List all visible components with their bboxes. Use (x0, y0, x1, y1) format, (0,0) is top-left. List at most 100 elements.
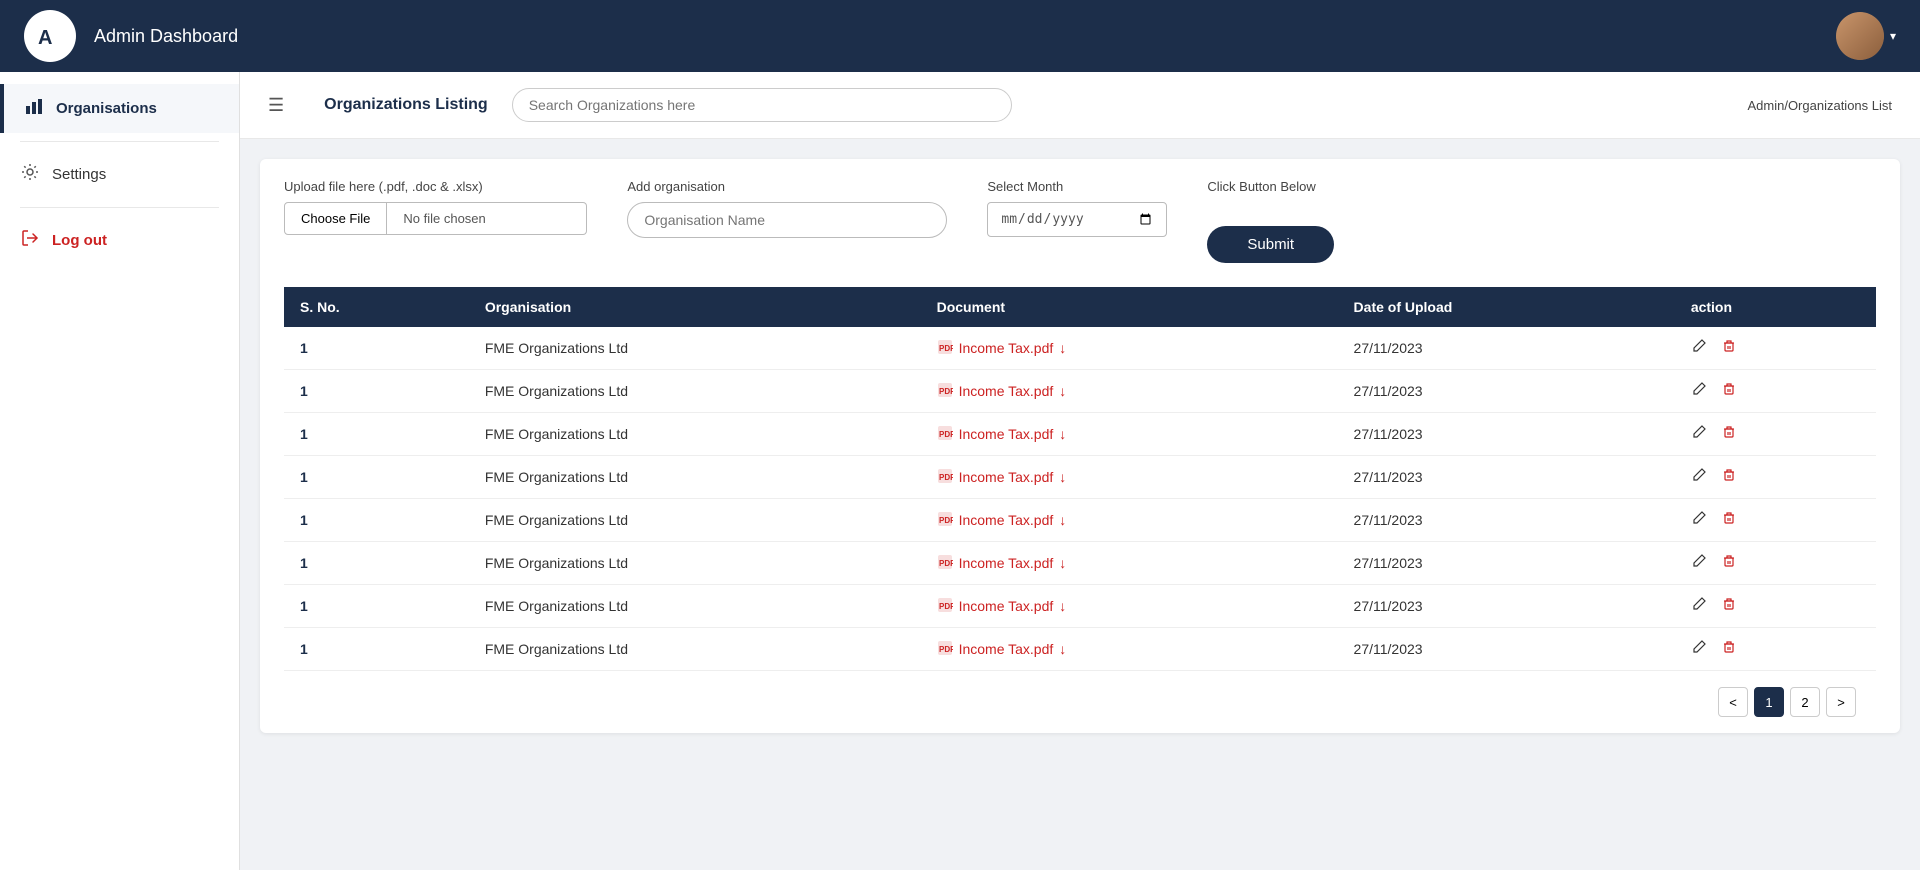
sno-link[interactable]: 1 (300, 598, 308, 614)
edit-icon[interactable] (1691, 424, 1707, 444)
cell-sno: 1 (284, 628, 469, 671)
svg-text:PDF: PDF (939, 430, 953, 439)
cell-date: 27/11/2023 (1338, 413, 1675, 456)
download-icon: ↓ (1059, 383, 1066, 399)
cell-sno: 1 (284, 327, 469, 370)
svg-text:PDF: PDF (939, 473, 953, 482)
pdf-icon: PDF (937, 597, 953, 616)
select-month-group: Select Month (987, 179, 1167, 237)
edit-icon[interactable] (1691, 338, 1707, 358)
cell-org: FME Organizations Ltd (469, 628, 921, 671)
sidebar-item-organisations[interactable]: Organisations (0, 84, 239, 133)
add-org-group: Add organisation (627, 179, 947, 238)
select-month-label: Select Month (987, 179, 1167, 194)
org-name-input[interactable] (627, 202, 947, 238)
pagination-bar: < 1 2 > (284, 671, 1876, 733)
edit-icon[interactable] (1691, 596, 1707, 616)
cell-action (1675, 499, 1876, 542)
cell-org: FME Organizations Ltd (469, 327, 921, 370)
sno-link[interactable]: 1 (300, 512, 308, 528)
svg-text:PDF: PDF (939, 559, 953, 568)
avatar-caret[interactable]: ▾ (1890, 29, 1896, 43)
cell-org: FME Organizations Ltd (469, 370, 921, 413)
doc-link[interactable]: PDF Income Tax.pdf ↓ (937, 640, 1322, 659)
download-icon: ↓ (1059, 340, 1066, 356)
pagination-page1[interactable]: 1 (1754, 687, 1784, 717)
cell-date: 27/11/2023 (1338, 327, 1675, 370)
svg-text:PDF: PDF (939, 387, 953, 396)
delete-icon[interactable] (1721, 424, 1737, 444)
edit-icon[interactable] (1691, 510, 1707, 530)
table-row: 1 FME Organizations Ltd PDF Income Tax.p… (284, 370, 1876, 413)
pdf-icon: PDF (937, 425, 953, 444)
cell-action (1675, 628, 1876, 671)
table-row: 1 FME Organizations Ltd PDF Income Tax.p… (284, 585, 1876, 628)
download-icon: ↓ (1059, 426, 1066, 442)
delete-icon[interactable] (1721, 510, 1737, 530)
edit-icon[interactable] (1691, 467, 1707, 487)
sno-link[interactable]: 1 (300, 469, 308, 485)
pagination-page2[interactable]: 2 (1790, 687, 1820, 717)
cell-sno: 1 (284, 370, 469, 413)
cell-doc: PDF Income Tax.pdf ↓ (921, 413, 1338, 456)
doc-link[interactable]: PDF Income Tax.pdf ↓ (937, 468, 1322, 487)
sno-link[interactable]: 1 (300, 340, 308, 356)
cell-date: 27/11/2023 (1338, 585, 1675, 628)
choose-file-button[interactable]: Choose File (284, 202, 387, 235)
file-input-wrapper: Choose File No file chosen (284, 202, 587, 235)
submit-button[interactable]: Submit (1207, 226, 1334, 263)
table-row: 1 FME Organizations Ltd PDF Income Tax.p… (284, 499, 1876, 542)
submit-group: Click Button Below Submit (1207, 179, 1334, 263)
edit-icon[interactable] (1691, 553, 1707, 573)
table-row: 1 FME Organizations Ltd PDF Income Tax.p… (284, 628, 1876, 671)
add-org-label: Add organisation (627, 179, 947, 194)
download-icon: ↓ (1059, 598, 1066, 614)
svg-text:PDF: PDF (939, 645, 953, 654)
logout-icon (20, 228, 40, 253)
cell-doc: PDF Income Tax.pdf ↓ (921, 499, 1338, 542)
delete-icon[interactable] (1721, 467, 1737, 487)
search-bar (512, 88, 1012, 122)
doc-link[interactable]: PDF Income Tax.pdf ↓ (937, 382, 1322, 401)
cell-sno: 1 (284, 499, 469, 542)
doc-link[interactable]: PDF Income Tax.pdf ↓ (937, 597, 1322, 616)
doc-link[interactable]: PDF Income Tax.pdf ↓ (937, 339, 1322, 358)
cell-sno: 1 (284, 585, 469, 628)
pagination-next[interactable]: > (1826, 687, 1856, 717)
table-row: 1 FME Organizations Ltd PDF Income Tax.p… (284, 456, 1876, 499)
sno-link[interactable]: 1 (300, 641, 308, 657)
search-input[interactable] (512, 88, 1012, 122)
delete-icon[interactable] (1721, 639, 1737, 659)
delete-icon[interactable] (1721, 381, 1737, 401)
sno-link[interactable]: 1 (300, 555, 308, 571)
edit-icon[interactable] (1691, 639, 1707, 659)
table-row: 1 FME Organizations Ltd PDF Income Tax.p… (284, 413, 1876, 456)
edit-icon[interactable] (1691, 381, 1707, 401)
sidebar-item-settings[interactable]: Settings (0, 150, 239, 199)
doc-link[interactable]: PDF Income Tax.pdf ↓ (937, 425, 1322, 444)
cell-doc: PDF Income Tax.pdf ↓ (921, 585, 1338, 628)
sidebar-item-logout[interactable]: Log out (0, 216, 239, 265)
upload-label: Upload file here (.pdf, .doc & .xlsx) (284, 179, 587, 194)
pdf-icon: PDF (937, 339, 953, 358)
delete-icon[interactable] (1721, 338, 1737, 358)
cell-org: FME Organizations Ltd (469, 585, 921, 628)
download-icon: ↓ (1059, 555, 1066, 571)
logout-label: Log out (52, 232, 107, 249)
sno-link[interactable]: 1 (300, 383, 308, 399)
doc-link[interactable]: PDF Income Tax.pdf ↓ (937, 554, 1322, 573)
delete-icon[interactable] (1721, 596, 1737, 616)
cell-action (1675, 585, 1876, 628)
svg-text:PDF: PDF (939, 516, 953, 525)
user-avatar[interactable] (1836, 12, 1884, 60)
organisations-icon (24, 96, 44, 121)
delete-icon[interactable] (1721, 553, 1737, 573)
download-icon: ↓ (1059, 512, 1066, 528)
month-input[interactable] (987, 202, 1167, 237)
doc-link[interactable]: PDF Income Tax.pdf ↓ (937, 511, 1322, 530)
cell-date: 27/11/2023 (1338, 542, 1675, 585)
hamburger-icon[interactable]: ☰ (268, 95, 284, 116)
sno-link[interactable]: 1 (300, 426, 308, 442)
pagination-prev[interactable]: < (1718, 687, 1748, 717)
cell-doc: PDF Income Tax.pdf ↓ (921, 542, 1338, 585)
